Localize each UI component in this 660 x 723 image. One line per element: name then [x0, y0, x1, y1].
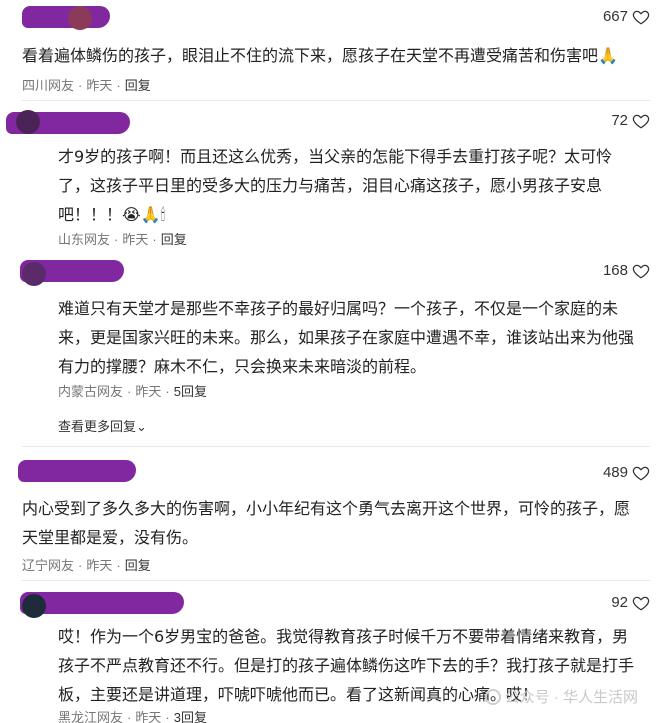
time-label: 昨天 — [135, 384, 162, 399]
comment-text: 看着遍体鳞伤的孩子，眼泪止不住的流下来，愿孩子在天堂不再遭受痛苦和伤害吧🙏 — [22, 46, 618, 65]
reply-button[interactable]: 3回复 — [174, 710, 207, 723]
comment-meta: 山东网友 · 昨天 · 回复 — [58, 232, 187, 247]
time-label: 昨天 — [135, 710, 162, 723]
reply-button[interactable]: 回复 — [125, 78, 151, 93]
heart-icon[interactable] — [632, 112, 650, 130]
divider — [22, 580, 650, 581]
comment-meta: 内蒙古网友 · 昨天 · 5回复 — [58, 384, 207, 399]
divider — [22, 446, 650, 447]
like-count: 72 — [611, 112, 628, 129]
region-label: 黑龙江网友 — [58, 710, 124, 723]
like-count: 168 — [602, 262, 628, 279]
time-label: 昨天 — [122, 232, 149, 247]
chevron-down-icon: ⌄ — [136, 419, 147, 434]
avatar[interactable] — [22, 262, 46, 286]
wechat-icon — [484, 689, 501, 705]
divider — [22, 100, 650, 101]
time-label: 昨天 — [86, 78, 113, 93]
view-more-label: 查看更多回复 — [58, 419, 137, 434]
comment-text: 难道只有天堂才是那些不幸孩子的最好归属吗？一个孩子，不仅是一个家庭的未来，更是国… — [58, 299, 635, 376]
heart-icon[interactable] — [632, 594, 650, 612]
redacted-username — [22, 6, 110, 28]
comment-text: 内心受到了多久多大的伤害啊，小小年纪有这个勇气去离开这个世界，可怜的孩子，愿天堂… — [22, 499, 631, 547]
watermark: 公众号 · 华人生活网 — [484, 686, 638, 707]
comment-meta: 四川网友 · 昨天 · 回复 — [22, 78, 151, 93]
heart-icon[interactable] — [632, 262, 650, 280]
comment-text: 才9岁的孩子啊！而且还这么优秀，当父亲的怎能下得手去重打孩子呢？太可怜了，这孩子… — [58, 147, 613, 224]
region-label: 山东网友 — [58, 232, 111, 247]
time-label: 昨天 — [86, 558, 113, 573]
view-more-replies-button[interactable]: 查看更多回复⌄ — [58, 416, 147, 435]
heart-icon[interactable] — [632, 464, 650, 482]
comment-meta: 辽宁网友 · 昨天 · 回复 — [22, 558, 151, 573]
avatar[interactable] — [68, 6, 92, 30]
reply-button[interactable]: 回复 — [161, 232, 187, 247]
comment-meta: 黑龙江网友 · 昨天 · 3回复 — [58, 710, 207, 723]
reply-button[interactable]: 回复 — [125, 558, 151, 573]
region-label: 内蒙古网友 — [58, 384, 124, 399]
region-label: 四川网友 — [22, 78, 75, 93]
like-count: 92 — [611, 594, 628, 611]
avatar[interactable] — [16, 110, 40, 134]
region-label: 辽宁网友 — [22, 558, 75, 573]
avatar[interactable] — [22, 594, 46, 618]
redacted-username — [18, 460, 136, 482]
reply-button[interactable]: 5回复 — [174, 384, 207, 399]
heart-icon[interactable] — [632, 8, 650, 26]
watermark-text: 公众号 · 华人生活网 — [504, 689, 638, 706]
like-count: 667 — [602, 8, 628, 25]
like-count: 489 — [602, 464, 628, 481]
